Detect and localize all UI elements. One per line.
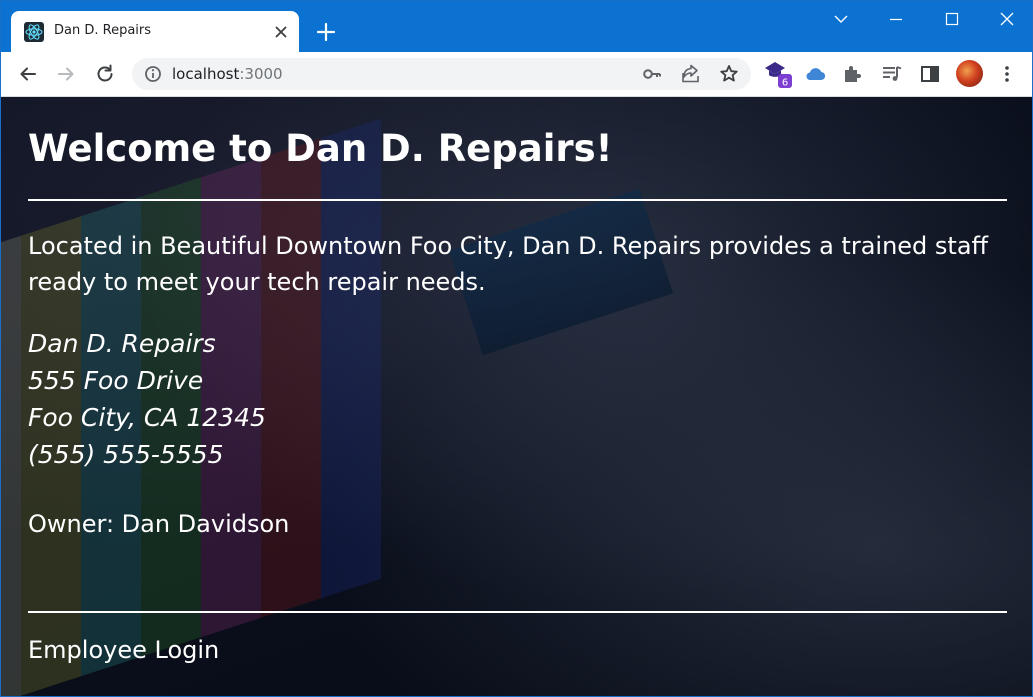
business-address: Dan D. Repairs 555 Foo Drive Foo City, C… bbox=[28, 325, 266, 473]
share-icon[interactable] bbox=[679, 62, 703, 86]
new-tab-icon[interactable] bbox=[314, 20, 338, 44]
employee-login-link[interactable]: Employee Login bbox=[28, 636, 219, 664]
reload-icon[interactable] bbox=[93, 62, 117, 86]
page-title: Welcome to Dan D. Repairs! bbox=[28, 127, 613, 170]
tab-strip: Dan D. Repairs bbox=[1, 1, 1032, 52]
url-port: :3000 bbox=[239, 65, 283, 83]
more-menu-icon[interactable] bbox=[995, 62, 1019, 86]
browser-tab[interactable]: Dan D. Repairs bbox=[11, 11, 299, 52]
address-bar[interactable]: localhost:3000 bbox=[132, 58, 751, 90]
react-logo-icon bbox=[24, 22, 44, 42]
reading-list-icon[interactable] bbox=[880, 62, 904, 86]
top-divider bbox=[28, 199, 1007, 201]
intro-paragraph: Located in Beautiful Downtown Foo City, … bbox=[28, 232, 989, 296]
tab-search-chevron-icon[interactable] bbox=[829, 7, 853, 31]
side-panel-icon[interactable] bbox=[918, 62, 942, 86]
password-key-icon[interactable] bbox=[640, 62, 664, 86]
url-host: localhost bbox=[172, 65, 240, 83]
forward-arrow-icon[interactable] bbox=[54, 62, 78, 86]
extensions-puzzle-icon[interactable] bbox=[841, 62, 865, 86]
owner-line: Owner: Dan Davidson bbox=[28, 510, 290, 538]
bottom-divider bbox=[28, 611, 1007, 613]
address-city-line: Foo City, CA 12345 bbox=[28, 403, 266, 432]
close-tab-icon[interactable] bbox=[271, 22, 291, 42]
page-viewport: Welcome to Dan D. Repairs! Located in Be… bbox=[1, 97, 1032, 696]
maximize-icon[interactable] bbox=[940, 7, 964, 31]
cloud-extension-icon[interactable] bbox=[803, 62, 827, 86]
bookmark-star-icon[interactable] bbox=[717, 62, 741, 86]
minimize-icon[interactable] bbox=[884, 7, 908, 31]
address-street: 555 Foo Drive bbox=[28, 366, 204, 395]
url-text: localhost:3000 bbox=[172, 65, 283, 83]
profile-avatar[interactable] bbox=[956, 60, 983, 87]
extension-graduation-cap-icon[interactable]: 6 bbox=[764, 60, 794, 90]
address-name: Dan D. Repairs bbox=[28, 329, 216, 358]
browser-toolbar: localhost:3000 6 bbox=[1, 52, 1032, 97]
browser-window: Dan D. Repairs localhost:3000 6 Welcome … bbox=[0, 0, 1033, 697]
tab-title: Dan D. Repairs bbox=[54, 23, 152, 38]
site-info-icon[interactable] bbox=[141, 62, 165, 86]
address-phone: (555) 555-5555 bbox=[28, 440, 224, 469]
back-arrow-icon[interactable] bbox=[16, 62, 40, 86]
close-window-icon[interactable] bbox=[995, 7, 1019, 31]
extension-badge-count: 6 bbox=[782, 78, 788, 89]
